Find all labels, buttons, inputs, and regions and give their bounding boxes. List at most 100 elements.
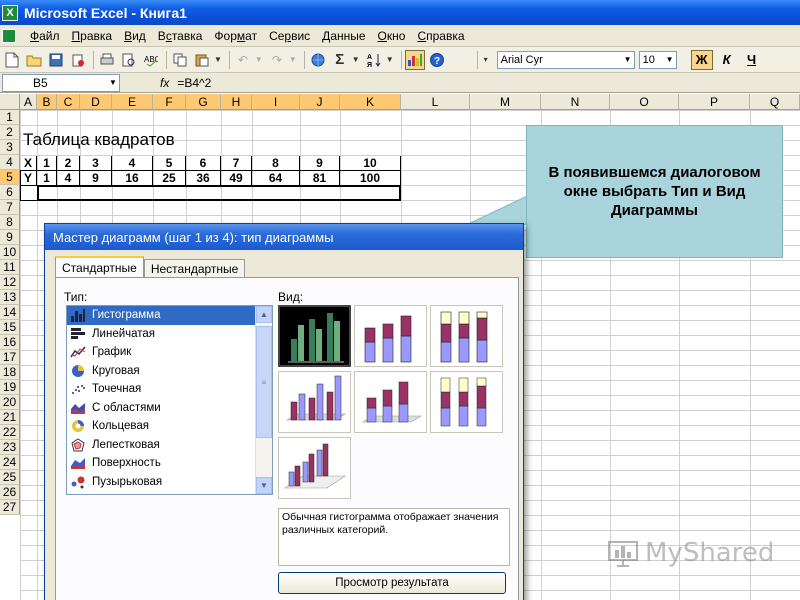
column-header[interactable]: N <box>541 94 610 110</box>
name-box[interactable]: B5 ▼ <box>2 73 120 92</box>
save-icon[interactable] <box>46 50 66 70</box>
column-header[interactable]: H <box>221 94 252 110</box>
autosum-icon[interactable]: Σ <box>330 50 350 70</box>
table-cell[interactable]: 81 <box>300 171 340 186</box>
tab-custom[interactable]: Нестандартные <box>143 259 246 277</box>
undo-dropdown-icon[interactable]: ▼ <box>255 55 263 64</box>
row-header[interactable]: 13 <box>0 290 20 305</box>
row-header[interactable]: 12 <box>0 275 20 290</box>
table-cell[interactable]: 8 <box>252 156 300 171</box>
column-header[interactable]: L <box>401 94 470 110</box>
workbook-icon[interactable] <box>2 28 16 43</box>
open-folder-icon[interactable] <box>24 50 44 70</box>
menu-item-5[interactable]: Сервис <box>263 29 316 43</box>
undo-icon[interactable]: ↶ <box>233 50 253 70</box>
row-header[interactable]: 6 <box>0 185 20 200</box>
new-document-icon[interactable] <box>2 50 22 70</box>
menu-item-1[interactable]: Правка <box>66 29 119 43</box>
preview-result-button[interactable]: Просмотр результата <box>278 572 506 594</box>
chart-type-item[interactable]: С областями <box>67 399 272 418</box>
copy-icon[interactable] <box>170 50 190 70</box>
column-header[interactable]: K <box>340 94 401 110</box>
column-header[interactable]: D <box>80 94 112 110</box>
hyperlink-icon[interactable] <box>308 50 328 70</box>
paste-dropdown-icon[interactable]: ▼ <box>214 55 222 64</box>
menu-item-4[interactable]: Формат <box>208 29 263 43</box>
menu-item-0[interactable]: Файл <box>24 29 66 43</box>
scroll-thumb[interactable]: ≡ <box>256 326 272 438</box>
table-cell[interactable]: 2 <box>57 156 80 171</box>
table-cell[interactable]: 16 <box>112 171 153 186</box>
row-header[interactable]: 23 <box>0 440 20 455</box>
subtype-3d-column[interactable] <box>278 437 351 499</box>
menu-item-2[interactable]: Вид <box>118 29 152 43</box>
chart-type-item[interactable]: Поверхность <box>67 454 272 473</box>
underline-button[interactable]: Ч <box>741 50 763 70</box>
scroll-up-icon[interactable]: ▲ <box>256 306 272 323</box>
select-all-corner[interactable] <box>0 94 20 110</box>
row-label-cell[interactable]: Y <box>20 171 37 186</box>
row-header[interactable]: 16 <box>0 335 20 350</box>
bold-button[interactable]: Ж <box>690 49 713 70</box>
table-cell[interactable]: 4 <box>57 171 80 186</box>
column-header[interactable]: C <box>57 94 80 110</box>
table-cell[interactable]: 9 <box>80 171 112 186</box>
table-cell[interactable]: 3 <box>80 156 112 171</box>
print-preview-icon[interactable] <box>119 50 139 70</box>
row-header[interactable]: 17 <box>0 350 20 365</box>
selected-range[interactable] <box>37 185 401 201</box>
italic-button[interactable]: К <box>716 50 738 70</box>
menu-item-7[interactable]: Окно <box>372 29 412 43</box>
toolbar-options-icon[interactable]: ▾ <box>481 50 491 70</box>
menu-item-6[interactable]: Данные <box>316 29 371 43</box>
row-header[interactable]: 7 <box>0 200 20 215</box>
subtype-100-stacked-column[interactable] <box>430 305 503 367</box>
paste-icon[interactable] <box>192 50 212 70</box>
chart-type-item[interactable]: График <box>67 343 272 362</box>
redo-dropdown-icon[interactable]: ▼ <box>289 55 297 64</box>
table-cell[interactable]: 49 <box>221 171 252 186</box>
column-header[interactable]: B <box>37 94 57 110</box>
redo-icon[interactable]: ↷ <box>267 50 287 70</box>
font-name-select[interactable]: Arial Cyr ▼ <box>496 50 635 69</box>
spelling-icon[interactable]: ABC <box>141 50 161 70</box>
permission-icon[interactable] <box>68 50 88 70</box>
subtype-3d-100-stacked-column[interactable] <box>430 371 503 433</box>
help-icon[interactable]: ? <box>427 50 447 70</box>
chart-type-item[interactable]: Гистограмма <box>67 306 272 325</box>
row-header[interactable]: 1 <box>0 110 20 125</box>
menu-item-8[interactable]: Справка <box>411 29 470 43</box>
row-header[interactable]: 14 <box>0 305 20 320</box>
row-header[interactable]: 9 <box>0 230 20 245</box>
chart-type-item[interactable]: Линейчатая <box>67 325 272 344</box>
row-header[interactable]: 24 <box>0 455 20 470</box>
subtype-clustered-column[interactable] <box>278 305 351 367</box>
row-header[interactable]: 11 <box>0 260 20 275</box>
row-header[interactable]: 25 <box>0 470 20 485</box>
row-header[interactable]: 27 <box>0 500 20 515</box>
chart-type-list[interactable]: Гистограмма Линейчатая График Круговая Точеч… <box>66 305 273 495</box>
sort-dropdown-icon[interactable]: ▼ <box>386 55 394 64</box>
table-cell[interactable]: 25 <box>153 171 186 186</box>
column-header[interactable]: J <box>300 94 340 110</box>
row-header[interactable]: 18 <box>0 365 20 380</box>
print-icon[interactable] <box>97 50 117 70</box>
insert-function-icon[interactable]: fx <box>160 76 169 90</box>
autosum-dropdown-icon[interactable]: ▼ <box>352 55 360 64</box>
column-header[interactable]: I <box>252 94 300 110</box>
chart-type-item[interactable]: Точечная <box>67 380 272 399</box>
column-header[interactable]: O <box>610 94 679 110</box>
chevron-down-icon[interactable]: ▼ <box>664 55 676 64</box>
column-header[interactable]: P <box>679 94 750 110</box>
table-cell[interactable]: 4 <box>112 156 153 171</box>
row-header[interactable]: 10 <box>0 245 20 260</box>
row-header[interactable]: 22 <box>0 425 20 440</box>
chart-type-item[interactable]: Лепестковая <box>67 436 272 455</box>
column-header[interactable]: G <box>186 94 221 110</box>
column-header[interactable]: F <box>153 94 186 110</box>
row-header[interactable]: 19 <box>0 380 20 395</box>
table-cell[interactable]: 9 <box>300 156 340 171</box>
table-cell[interactable]: 10 <box>340 156 401 171</box>
row-header[interactable]: 5 <box>0 170 20 185</box>
excel-app-icon[interactable]: X <box>2 4 18 21</box>
